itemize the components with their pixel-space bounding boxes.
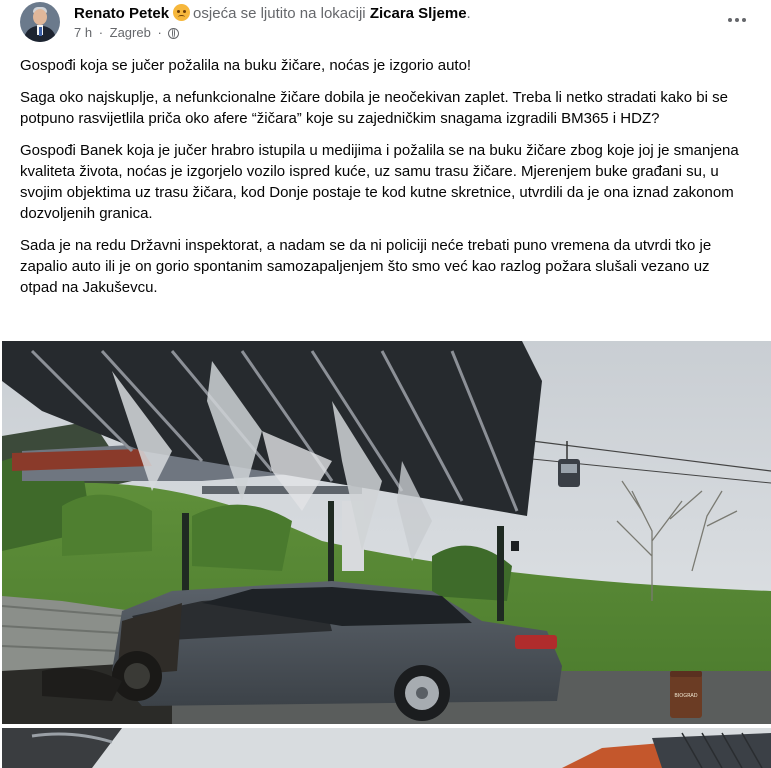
post-text: Gospođi koja se jučer požalila na buku ž…	[20, 55, 745, 309]
location-suffix: .	[466, 5, 471, 22]
burned-car-photo: BIOGRAD	[2, 341, 771, 724]
post-photo-second[interactable]	[2, 728, 771, 768]
feeling-text: osjeća se ljutito na lokaciji	[193, 5, 366, 22]
location-link[interactable]: Zicara Sljeme	[370, 5, 467, 22]
second-photo	[2, 728, 771, 768]
angry-emoji-icon	[173, 4, 191, 21]
photo-badge-text: BIOGRAD	[674, 693, 697, 699]
author-name[interactable]: Renato Petek	[74, 5, 169, 22]
post-paragraph: Gospođi koja se jučer požalila na buku ž…	[20, 57, 472, 74]
post-paragraph: Gospođi Banek koja je jučer hrabro istup…	[20, 142, 739, 222]
post-meta: 7 h · Zagreb ·	[74, 25, 180, 41]
post-headline: Renato Petek osjeća se ljutito na lokacij…	[74, 4, 471, 23]
post-time[interactable]: 7 h	[74, 25, 92, 40]
globe-icon	[168, 28, 180, 39]
facebook-post: Renato Petek osjeća se ljutito na lokacij…	[0, 0, 771, 768]
post-paragraph: Saga oko najskuplje, a nefunkcionalne ži…	[20, 89, 728, 127]
post-paragraph: Sada je na redu Državni inspektorat, a n…	[20, 237, 712, 296]
author-avatar[interactable]	[20, 2, 60, 42]
post-header: Renato Petek osjeća se ljutito na lokacij…	[0, 0, 771, 52]
post-photo-burned-car[interactable]: BIOGRAD	[2, 341, 771, 724]
more-options-button[interactable]	[723, 8, 751, 32]
post-place: Zagreb	[109, 25, 151, 40]
